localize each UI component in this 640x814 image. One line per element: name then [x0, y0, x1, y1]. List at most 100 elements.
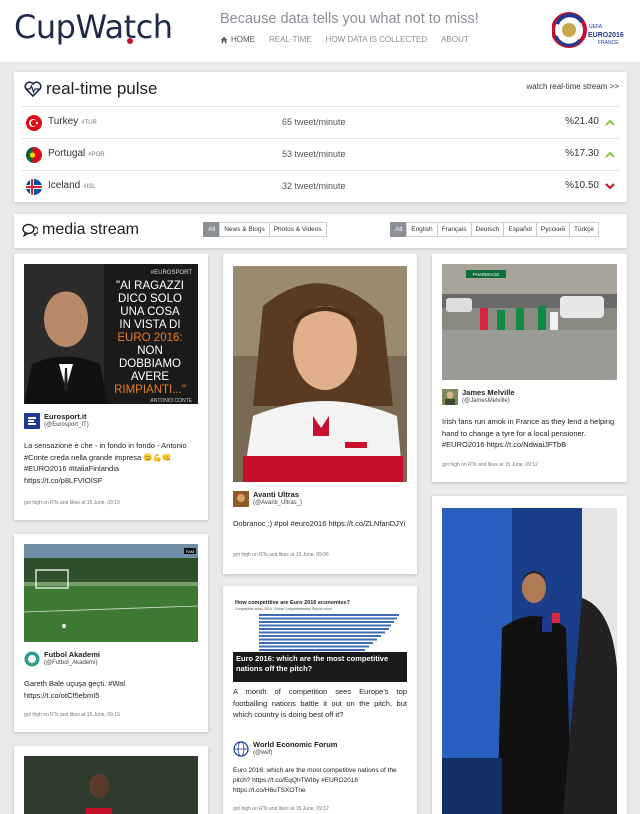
svg-text:ANTONIO CONTE: ANTONIO CONTE: [150, 398, 192, 404]
author-name: World Economic Forum: [253, 740, 338, 749]
chart-caption: Euro 2016: which are the most competitiv…: [236, 654, 389, 673]
card-meta: got high on RTs and likes at 15 June, 09…: [442, 462, 538, 468]
tweet-rate: 65 tweet/minute: [282, 117, 346, 127]
cupwatch-logo[interactable]: CupWatch: [14, 8, 173, 46]
media-card-partial[interactable]: [14, 746, 208, 814]
card-meta: got high on RTs and likes at 15 June, 09…: [233, 806, 329, 812]
author-name: Eurosport.it: [44, 412, 87, 421]
svg-text:PHARMACIE: PHARMACIE: [473, 272, 500, 277]
trend-down-icon: [605, 183, 615, 190]
training-pitch-image[interactable]: FAM: [24, 544, 198, 642]
portugal-flag-icon: [26, 147, 42, 163]
media-stream-bar: media stream All News & Blogs Photos & V…: [14, 214, 627, 248]
author-handle: (@Avanti_Ultras_): [253, 500, 302, 506]
author-name: Futbol Akademi: [44, 650, 100, 659]
author-handle: (@Futbol_Akademi): [44, 660, 98, 666]
card-author[interactable]: Eurosport.it (@Eurosport_IT): [24, 412, 89, 429]
type-filter-group: All News & Blogs Photos & Videos: [203, 222, 327, 237]
svg-text:FRANCE: FRANCE: [598, 40, 619, 46]
irish-fans-image[interactable]: PHARMACIE: [442, 264, 617, 380]
card-author[interactable]: James Melville (@JamesMelville): [442, 388, 515, 405]
media-card-eurosport[interactable]: #EUROSPORT "AI RAGAZZI DICO SOLO UNA COS…: [14, 254, 208, 520]
nav-how-data[interactable]: HOW DATA IS COLLECTED: [326, 35, 428, 44]
turkey-flag-icon: [26, 115, 42, 131]
author-handle: (@Eurosport_IT): [44, 422, 89, 428]
share-percent: %21.40: [565, 116, 599, 127]
author-name: James Melville: [462, 388, 515, 397]
filter-photos-videos[interactable]: Photos & Videos: [268, 222, 327, 237]
heartbeat-icon: [24, 81, 42, 97]
tweet-rate: 53 tweet/minute: [282, 149, 346, 159]
pulse-row-portugal[interactable]: Portugal #POR 53 tweet/minute %17.30: [22, 138, 619, 170]
filter-lang-english[interactable]: English: [406, 222, 438, 237]
stream-title: media stream: [22, 221, 139, 239]
media-card-james-melville[interactable]: PHARMACIE James Melville (@JamesMelville)…: [432, 254, 627, 482]
country-name: Turkey #TUR: [48, 116, 97, 127]
tweet-text: La sensazione è che - in fondo in fondo …: [24, 441, 187, 485]
filter-lang-all[interactable]: All: [390, 222, 408, 237]
filter-lang-french[interactable]: Français: [436, 222, 472, 237]
pulse-title: real-time pulse: [24, 79, 158, 99]
nav-home[interactable]: HOME: [220, 35, 255, 44]
card-meta: got high on RTs and likes at 15 June, 09…: [233, 552, 329, 558]
svg-text:NON: NON: [137, 345, 163, 357]
tagline: Because data tells you what not to miss!: [220, 11, 479, 27]
nav-realtime[interactable]: REAL-TIME: [269, 35, 312, 44]
svg-text:How competitive are Euro 2016: How competitive are Euro 2016 economies?: [235, 600, 351, 606]
pulse-row-iceland[interactable]: Iceland #ISL 32 tweet/minute %10.50: [22, 170, 619, 202]
svg-text:#EUROSPORT: #EUROSPORT: [151, 270, 193, 276]
svg-text:EURO2016: EURO2016: [588, 32, 624, 39]
share-percent: %17.30: [565, 148, 599, 159]
realtime-pulse-panel: real-time pulse watch real-time stream >…: [14, 72, 627, 202]
filter-lang-spanish[interactable]: Español: [503, 222, 537, 237]
svg-text:AVERE: AVERE: [131, 371, 169, 383]
svg-text:IN VISTA DI: IN VISTA DI: [119, 319, 180, 331]
ronaldo-interview-image[interactable]: [442, 508, 617, 814]
svg-text:DICO SOLO: DICO SOLO: [118, 293, 182, 305]
tweet-text: Euro 2016: which are the most competitiv…: [233, 767, 397, 794]
media-card-interview[interactable]: [432, 496, 627, 814]
share-percent: %10.50: [565, 180, 599, 191]
trend-up-icon: [605, 151, 615, 158]
speech-bubbles-icon: [22, 223, 38, 237]
pulse-row-turkey[interactable]: Turkey #TUR 65 tweet/minute %21.40: [22, 106, 619, 138]
futbol-akademi-avatar: [24, 651, 40, 666]
author-handle: (@JamesMelville): [462, 398, 510, 404]
wef-globe-avatar: [233, 740, 249, 757]
nav-about[interactable]: ABOUT: [441, 35, 469, 44]
media-card-wef[interactable]: How competitive are Euro 2016 economies?…: [223, 586, 417, 814]
svg-text:DOBBIAMO: DOBBIAMO: [119, 358, 181, 370]
author-handle: (@wef): [253, 750, 273, 756]
selfie-image[interactable]: [233, 266, 407, 482]
filter-lang-turkish[interactable]: Türkçe: [568, 222, 599, 237]
country-name: Iceland #ISL: [48, 180, 96, 191]
conte-quote-image[interactable]: #EUROSPORT "AI RAGAZZI DICO SOLO UNA COS…: [24, 264, 198, 404]
tweet-text: Irish fans run amok in France as they le…: [442, 417, 615, 449]
filter-lang-russian[interactable]: Русский: [535, 222, 570, 237]
media-card-avanti-ultras[interactable]: Avanti Ultras (@Avanti_Ultras_) Dobranoc …: [223, 254, 417, 574]
svg-text:RIMPIANTI...": RIMPIANTI...": [114, 384, 186, 396]
filter-news-blogs[interactable]: News & Blogs: [219, 222, 270, 237]
iceland-flag-icon: [26, 179, 42, 195]
euro2016-logo: UEFA EURO2016 FRANCE: [552, 12, 624, 48]
media-card-futbol-akademi[interactable]: FAM Futbol Akademi (@Futbol_Akademi) Gare…: [14, 534, 208, 732]
filter-lang-german[interactable]: Deutsch: [470, 222, 505, 237]
tweet-rate: 32 tweet/minute: [282, 181, 346, 191]
tweet-text: Dobranoc ;) #pol #euro2016 https://t.co/…: [233, 519, 406, 528]
tweet-text: Gareth Bale uçuşa geçti. #Wal https://t.…: [24, 679, 126, 700]
home-icon: [220, 36, 228, 43]
svg-text:Competitive Index 2016, Global: Competitive Index 2016, Global Competiti…: [235, 607, 332, 611]
card-meta: got high on RTs and likes at 15 June, 09…: [24, 500, 120, 506]
watch-realtime-link[interactable]: watch real-time stream >>: [527, 82, 619, 91]
card-author[interactable]: World Economic Forum (@wef): [233, 740, 337, 757]
competitiveness-chart-image[interactable]: How competitive are Euro 2016 economies?…: [233, 596, 407, 682]
filter-type-all[interactable]: All: [203, 222, 221, 237]
card-author[interactable]: Futbol Akademi (@Futbol_Akademi): [24, 650, 100, 667]
language-filter-group: All English Français Deutsch Español Рус…: [390, 222, 599, 237]
svg-text:FAM: FAM: [186, 549, 194, 554]
header: CupWatch Because data tells you what not…: [0, 0, 640, 62]
card-author[interactable]: Avanti Ultras (@Avanti_Ultras_): [233, 490, 302, 507]
portugal-player-image[interactable]: [24, 756, 198, 814]
main-nav: HOME REAL-TIME HOW DATA IS COLLECTED ABO…: [220, 35, 483, 44]
svg-text:EURO 2016:: EURO 2016:: [117, 332, 182, 344]
